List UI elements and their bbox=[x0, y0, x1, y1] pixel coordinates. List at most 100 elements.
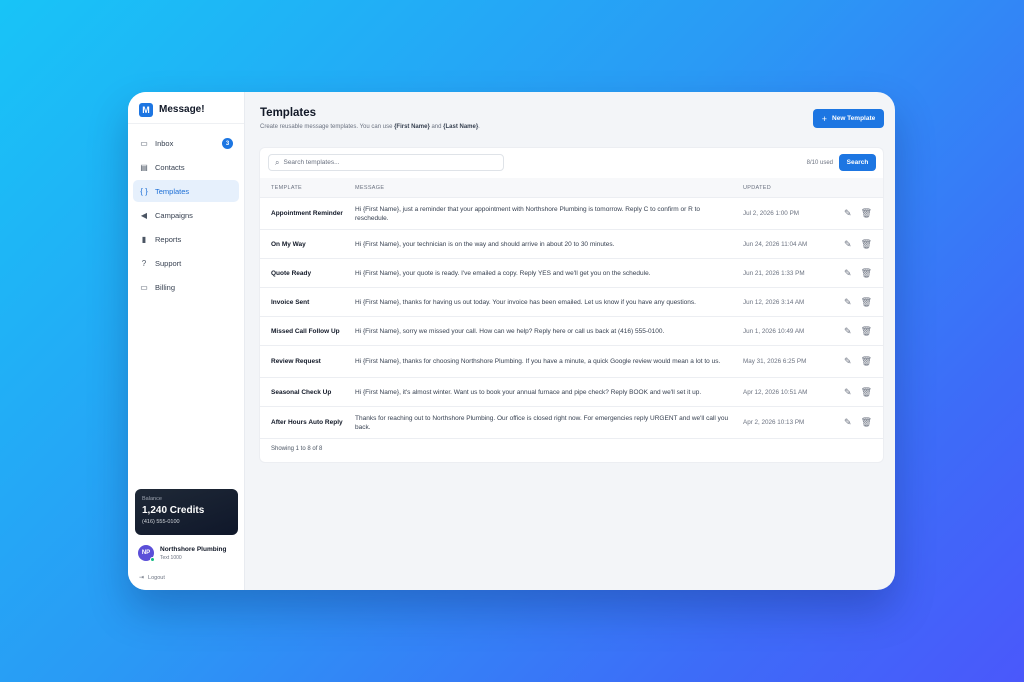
edit-icon[interactable]: ✎ bbox=[844, 356, 852, 367]
toolbar: ⌕ 8/10 used Search bbox=[260, 148, 883, 178]
new-template-label: New Template bbox=[832, 115, 876, 122]
table-row[interactable]: Appointment Reminder Hi {First Name}, jus… bbox=[260, 198, 883, 230]
search-button[interactable]: Search bbox=[839, 154, 876, 171]
trash-icon[interactable]: 🗑 bbox=[861, 239, 872, 250]
brand[interactable]: M Message! bbox=[128, 92, 244, 121]
trash-icon[interactable]: 🗑 bbox=[861, 417, 872, 428]
row-actions: ✎ 🗑 bbox=[833, 208, 883, 219]
account[interactable]: NP Northshore Plumbing Text 1000 bbox=[138, 545, 226, 562]
search-box[interactable]: ⌕ bbox=[268, 154, 504, 171]
trash-icon[interactable]: 🗑 bbox=[861, 208, 872, 219]
table-row[interactable]: Invoice Sent Hi {First Name}, thanks for … bbox=[260, 288, 883, 317]
row-actions: ✎ 🗑 bbox=[833, 268, 883, 279]
edit-icon[interactable]: ✎ bbox=[844, 268, 852, 279]
subtitle-last-name: {Last Name} bbox=[443, 124, 479, 130]
row-actions: ✎ 🗑 bbox=[833, 387, 883, 398]
template-message: Hi {First Name}, your quote is ready. I'… bbox=[355, 269, 651, 277]
column-template: TEMPLATE bbox=[271, 184, 303, 191]
contacts-icon: ▤ bbox=[140, 162, 148, 172]
row-actions: ✎ 🗑 bbox=[833, 239, 883, 250]
template-updated: Jun 21, 2026 1:33 PM bbox=[743, 269, 805, 277]
table-header: TEMPLATE MESSAGE UPDATED bbox=[260, 178, 883, 198]
template-name: Quote Ready bbox=[271, 269, 312, 277]
sidebar-item-label: Inbox bbox=[155, 138, 174, 148]
edit-icon[interactable]: ✎ bbox=[844, 417, 852, 428]
trash-icon[interactable]: 🗑 bbox=[861, 356, 872, 367]
table-row[interactable]: Review Request Hi {First Name}, thanks fo… bbox=[260, 346, 883, 378]
template-name: After Hours Auto Reply bbox=[271, 419, 343, 426]
table-row[interactable]: Missed Call Follow Up Hi {First Name}, so… bbox=[260, 317, 883, 346]
template-name: Seasonal Check Up bbox=[271, 388, 332, 396]
template-updated: Jul 2, 2026 1:00 PM bbox=[743, 210, 800, 217]
edit-icon[interactable]: ✎ bbox=[844, 239, 852, 250]
plus-icon: + bbox=[821, 113, 828, 124]
template-name: Review Request bbox=[271, 358, 321, 365]
template-message: Hi {First Name}, just a reminder that yo… bbox=[355, 205, 700, 222]
template-updated: Jun 24, 2026 11:04 AM bbox=[743, 240, 808, 248]
template-message: Hi {First Name}, your technician is on t… bbox=[355, 240, 615, 248]
trash-icon[interactable]: 🗑 bbox=[861, 326, 872, 337]
usage-count: 8/10 used bbox=[806, 160, 833, 166]
bar-chart-icon: ▮ bbox=[141, 234, 147, 244]
edit-icon[interactable]: ✎ bbox=[844, 297, 852, 308]
sidebar-item-reports[interactable]: ▮ Reports bbox=[133, 228, 239, 250]
sidebar-item-campaigns[interactable]: ◀ Campaigns bbox=[133, 204, 239, 226]
template-updated: May 31, 2026 6:25 PM bbox=[743, 358, 807, 365]
table-row[interactable]: On My Way Hi {First Name}, your technicia… bbox=[260, 230, 883, 259]
row-actions: ✎ 🗑 bbox=[833, 326, 883, 337]
column-updated: UPDATED bbox=[743, 184, 771, 191]
search-input[interactable] bbox=[283, 159, 484, 166]
trash-icon[interactable]: 🗑 bbox=[861, 297, 872, 308]
template-message: Hi {First Name}, it's almost winter. Wan… bbox=[355, 388, 702, 396]
sidebar-item-billing[interactable]: ▭ Billing bbox=[133, 276, 239, 298]
page-title: Templates bbox=[260, 107, 317, 119]
trash-icon[interactable]: 🗑 bbox=[861, 387, 872, 398]
inbox-icon: ▭ bbox=[140, 138, 148, 148]
balance-value: 1,240 Credits bbox=[142, 505, 205, 516]
logout-link[interactable]: ⇥ Logout bbox=[139, 574, 165, 582]
template-message: Thanks for reaching out to Northshore Pl… bbox=[355, 414, 729, 431]
table-row[interactable]: Seasonal Check Up Hi {First Name}, it's a… bbox=[260, 378, 883, 407]
sidebar-item-label: Billing bbox=[155, 282, 176, 292]
new-template-button[interactable]: + New Template bbox=[813, 109, 884, 128]
braces-icon: { } bbox=[140, 186, 148, 196]
sidebar-item-templates[interactable]: { } Templates bbox=[133, 180, 239, 202]
edit-icon[interactable]: ✎ bbox=[844, 208, 852, 219]
subtitle-end: . bbox=[478, 124, 480, 130]
row-actions: ✎ 🗑 bbox=[833, 356, 883, 367]
search-icon: ⌕ bbox=[275, 157, 280, 167]
template-message: Hi {First Name}, thanks for choosing Nor… bbox=[355, 358, 721, 365]
sidebar-item-label: Contacts bbox=[155, 162, 185, 172]
help-icon: ? bbox=[141, 258, 147, 268]
sidebar-item-label: Reports bbox=[155, 234, 182, 244]
subtitle-and: and bbox=[429, 124, 444, 130]
table-body: Appointment Reminder Hi {First Name}, jus… bbox=[260, 198, 883, 439]
balance-phone: (416) 555-0100 bbox=[142, 519, 180, 525]
avatar: NP bbox=[138, 545, 155, 562]
balance-label: Balance bbox=[142, 496, 162, 502]
template-updated: Apr 2, 2026 10:13 PM bbox=[743, 419, 805, 426]
pagination-summary: Showing 1 to 8 of 8 bbox=[271, 446, 323, 452]
row-actions: ✎ 🗑 bbox=[833, 417, 883, 428]
logout-label: Logout bbox=[148, 574, 165, 581]
trash-icon[interactable]: 🗑 bbox=[861, 268, 872, 279]
table-row[interactable]: After Hours Auto Reply Thanks for reachin… bbox=[260, 407, 883, 439]
unread-badge: 3 bbox=[222, 138, 233, 149]
sidebar-item-support[interactable]: ? Support bbox=[133, 252, 239, 274]
main-content: Templates Create reusable message templa… bbox=[245, 92, 895, 590]
sidebar: M Message! ▭ Inbox 3 ▤ Contacts { } Templates ◀… bbox=[128, 92, 245, 590]
brand-name: Message! bbox=[159, 104, 205, 115]
account-plan: Text 1000 bbox=[160, 554, 182, 561]
subtitle-text: Create reusable message templates. You c… bbox=[260, 124, 395, 130]
online-status-dot bbox=[150, 557, 155, 562]
sidebar-item-contacts[interactable]: ▤ Contacts bbox=[133, 156, 239, 178]
edit-icon[interactable]: ✎ bbox=[844, 387, 852, 398]
template-name: Missed Call Follow Up bbox=[271, 327, 340, 335]
sidebar-item-inbox[interactable]: ▭ Inbox 3 bbox=[133, 132, 239, 154]
template-name: On My Way bbox=[271, 240, 306, 248]
edit-icon[interactable]: ✎ bbox=[844, 326, 852, 337]
sidebar-item-label: Campaigns bbox=[155, 210, 193, 220]
table-row[interactable]: Quote Ready Hi {First Name}, your quote i… bbox=[260, 259, 883, 288]
row-actions: ✎ 🗑 bbox=[833, 297, 883, 308]
sidebar-item-label: Templates bbox=[155, 186, 190, 196]
